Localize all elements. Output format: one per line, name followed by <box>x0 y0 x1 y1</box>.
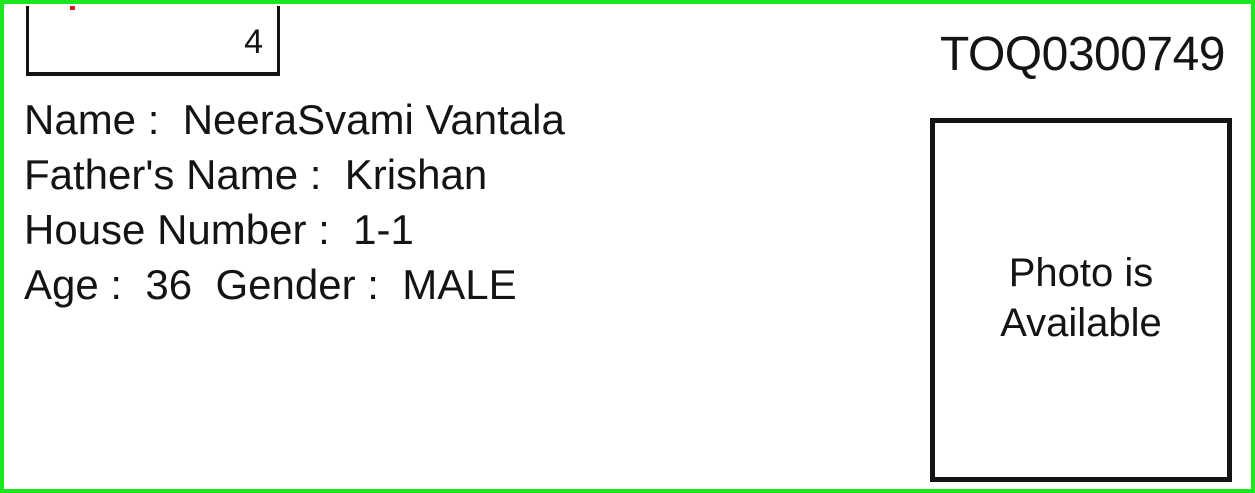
name-label: Name : <box>24 96 160 143</box>
house-number-label: House Number : <box>24 206 330 253</box>
voter-details: Name : NeeraSvami Vantala Father's Name … <box>24 92 565 312</box>
father-name-value: Krishan <box>344 151 488 198</box>
father-name-label: Father's Name : <box>24 151 322 198</box>
house-number-value: 1-1 <box>353 206 414 253</box>
age-label: Age : <box>24 261 123 308</box>
age-value: 36 <box>145 261 193 308</box>
gender-label: Gender : <box>215 261 379 308</box>
photo-placeholder: Photo is Available <box>930 118 1232 482</box>
gender-value: MALE <box>402 261 517 308</box>
serial-number-box: 4 <box>26 6 280 76</box>
father-name-row: Father's Name : Krishan <box>24 147 565 202</box>
photo-text-line2: Available <box>1000 301 1162 345</box>
photo-text-line1: Photo is <box>1008 251 1154 295</box>
age-gender-row: Age : 36 Gender : MALE <box>24 257 565 312</box>
name-value: NeeraSvami Vantala <box>182 96 565 143</box>
voter-card: 4 TOQ0300749 Name : NeeraSvami Vantala F… <box>0 0 1255 493</box>
name-row: Name : NeeraSvami Vantala <box>24 92 565 147</box>
house-number-row: House Number : 1-1 <box>24 202 565 257</box>
serial-number: 4 <box>244 23 263 61</box>
epic-number: TOQ0300749 <box>940 28 1226 81</box>
